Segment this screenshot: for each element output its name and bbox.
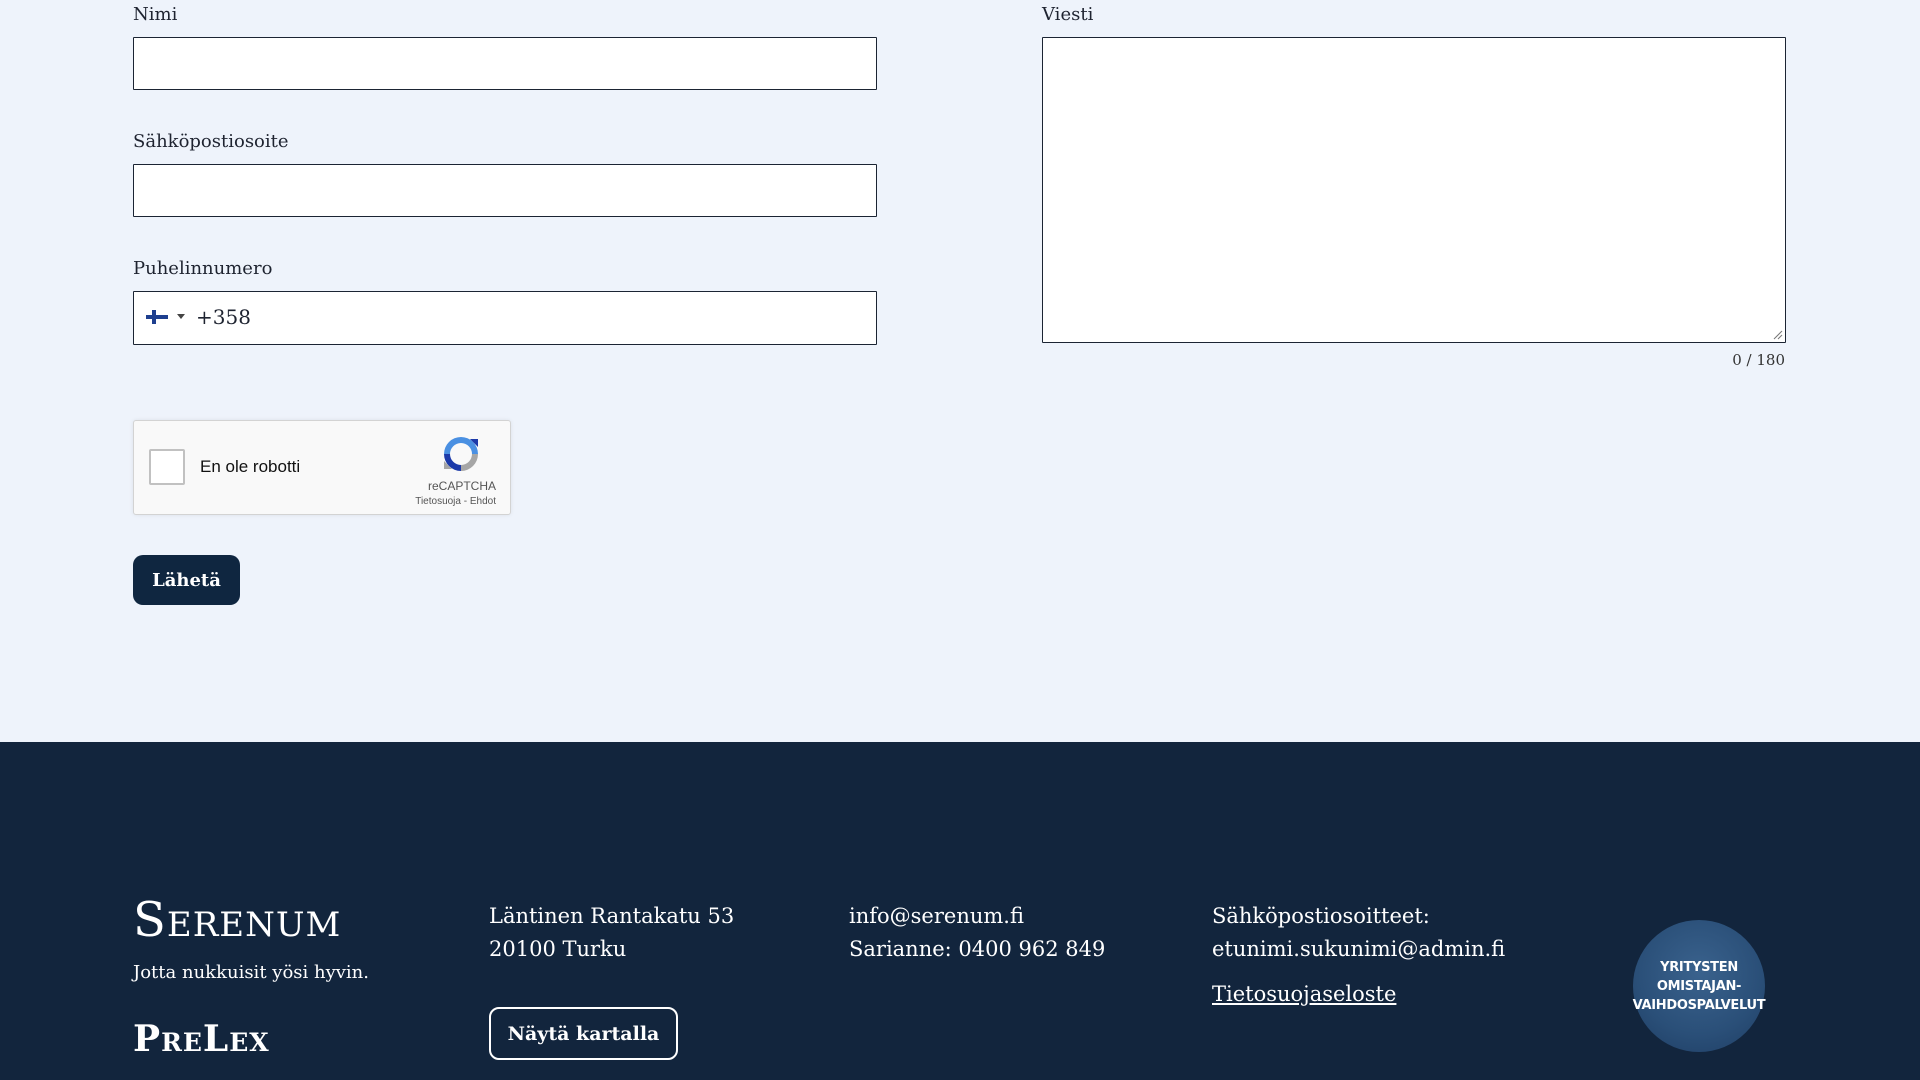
badge-text: YRITYSTEN OMISTAJAN- VAIHDOSPALVELUT: [1632, 959, 1766, 1013]
char-counter: 0 / 180: [1732, 351, 1785, 369]
emails-format: etunimi.sukunimi@admin.fi: [1212, 937, 1506, 961]
emails-heading: Sähköpostiosoitteet:: [1212, 904, 1430, 928]
contact-info: info@serenum.fi Sarianne: 0400 962 849: [849, 900, 1105, 966]
name-label: Nimi: [133, 4, 178, 25]
recaptcha-brand: reCAPTCHA: [427, 479, 496, 493]
contact-form: Nimi Sähköpostiosoite Puhelinnumero +358…: [0, 0, 1920, 742]
finland-flag-icon[interactable]: [146, 310, 168, 324]
phone-input[interactable]: +358: [133, 291, 877, 345]
phone-prefix: +358: [196, 305, 251, 329]
message-textarea[interactable]: [1042, 37, 1786, 343]
ownership-transfer-badge[interactable]: YRITYSTEN OMISTAJAN- VAIHDOSPALVELUT: [1632, 920, 1766, 1052]
address: Läntinen Rantakatu 53 20100 Turku: [489, 900, 734, 966]
address-city: 20100 Turku: [489, 937, 627, 961]
contact-phone[interactable]: Sarianne: 0400 962 849: [849, 933, 1105, 966]
contact-email[interactable]: info@serenum.fi: [849, 900, 1105, 933]
recaptcha-widget: En ole robotti reCAPTCHA Tietosuoja - Eh…: [133, 420, 511, 515]
recaptcha-label: En ole robotti: [200, 457, 301, 476]
tagline: Jotta nukkuisit yösi hyvin.: [133, 962, 369, 983]
message-label: Viesti: [1042, 4, 1094, 25]
caret-down-icon[interactable]: [177, 314, 185, 319]
submit-button[interactable]: Lähetä: [133, 555, 240, 605]
recaptcha-logo-icon: [444, 437, 478, 471]
serenum-logo[interactable]: Serenum: [133, 892, 341, 948]
resize-handle-icon[interactable]: [1773, 330, 1783, 340]
address-street: Läntinen Rantakatu 53: [489, 904, 735, 928]
show-map-button[interactable]: Näytä kartalla: [489, 1007, 678, 1060]
email-format: Sähköpostiosoitteet: etunimi.sukunimi@ad…: [1212, 900, 1505, 966]
email-label: Sähköpostiosoite: [133, 131, 289, 152]
email-input[interactable]: [133, 164, 877, 217]
prelex-logo[interactable]: PreLex: [133, 1018, 270, 1060]
privacy-policy-link[interactable]: Tietosuojaseloste: [1212, 982, 1396, 1006]
recaptcha-links[interactable]: Tietosuoja - Ehdot: [415, 496, 496, 507]
phone-label: Puhelinnumero: [133, 258, 273, 279]
name-input[interactable]: [133, 37, 877, 90]
recaptcha-checkbox[interactable]: [149, 449, 185, 485]
footer: Serenum Jotta nukkuisit yösi hyvin. PreL…: [0, 742, 1920, 1080]
